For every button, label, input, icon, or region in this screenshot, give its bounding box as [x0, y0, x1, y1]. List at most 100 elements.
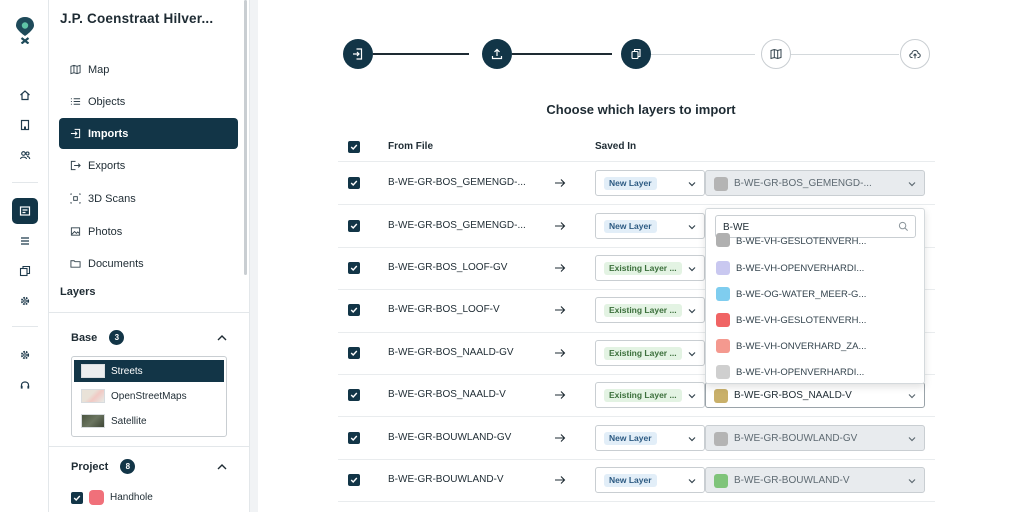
- step-file-import[interactable]: [343, 39, 373, 69]
- target-layer-select[interactable]: B-WE-GR-BOUWLAND-V: [705, 467, 925, 493]
- building-icon[interactable]: [12, 112, 38, 138]
- step-connector: [791, 54, 899, 55]
- dropdown-option[interactable]: B-WE-VH-ONVERHARD_ZA...: [706, 333, 924, 359]
- map-icon: [770, 48, 782, 60]
- row-checkbox[interactable]: [348, 346, 360, 359]
- layer-color-swatch: [716, 233, 730, 247]
- dropdown-option-label: B-WE-VH-OPENVERHARDI...: [736, 366, 865, 378]
- row-checkbox[interactable]: [348, 304, 360, 317]
- home-icon[interactable]: [12, 82, 38, 108]
- scan-3d-icon: [70, 193, 81, 204]
- row-divider: [338, 501, 935, 503]
- base-layer-satellite[interactable]: Satellite: [74, 410, 224, 432]
- layer-type-badge: New Layer: [604, 219, 657, 233]
- project-layer-label: Handhole: [110, 492, 153, 503]
- copy-icon[interactable]: [12, 258, 38, 284]
- arrow-right-icon: [555, 306, 566, 315]
- nav-item-imports[interactable]: Imports: [59, 118, 238, 149]
- row-file-name: B-WE-GR-BOUWLAND-GV: [388, 431, 512, 443]
- users-icon[interactable]: [12, 142, 38, 168]
- project-section-header[interactable]: Project 8: [71, 459, 136, 474]
- dropdown-option[interactable]: B-WE-VH-GESLOTENVERH...: [706, 307, 924, 333]
- cloud-upload-icon: [909, 49, 921, 59]
- project-title: J.P. Coenstraat Hilver...: [60, 11, 214, 26]
- nav-item-documents[interactable]: Documents: [59, 248, 238, 279]
- project-count-badge: 8: [120, 459, 136, 474]
- chevron-up-icon[interactable]: [216, 461, 228, 473]
- nav-item-exports[interactable]: Exports: [59, 150, 238, 181]
- arrow-right-icon: [555, 476, 566, 484]
- settings-cog-icon[interactable]: [12, 288, 38, 314]
- dropdown-option[interactable]: B-WE-VH-OPENVERHARDI...: [706, 255, 924, 281]
- base-section-header[interactable]: Base 3: [71, 330, 125, 345]
- base-layer-list: Streets OpenStreetMaps Satellite: [71, 356, 227, 437]
- base-layer-openstreetmaps[interactable]: OpenStreetMaps: [74, 385, 224, 407]
- layer-type-select[interactable]: Existing Layer ...: [595, 339, 705, 366]
- list-icon[interactable]: [12, 228, 38, 254]
- layer-type-select[interactable]: Existing Layer ...: [595, 255, 705, 281]
- layer-type-select[interactable]: Existing Layer ...: [595, 297, 705, 324]
- file-import-icon: [353, 48, 363, 60]
- headset-icon[interactable]: [12, 372, 38, 398]
- step-connector: [512, 53, 612, 55]
- step-map[interactable]: [761, 39, 791, 69]
- layer-type-badge: Existing Layer ...: [604, 346, 682, 360]
- row-checkbox[interactable]: [348, 431, 360, 444]
- layer-dropdown[interactable]: B-WE-VH-GESLOTENVERH... B-WE-VH-OPENVERHA…: [705, 208, 925, 384]
- target-layer-select[interactable]: B-WE-GR-BOS_GEMENGD-...: [705, 170, 925, 197]
- logo-pin-icon[interactable]: [14, 16, 36, 45]
- nav-item-photos[interactable]: Photos: [59, 216, 238, 247]
- gear-icon[interactable]: [12, 342, 38, 368]
- dropdown-search-input[interactable]: [723, 220, 893, 234]
- row-checkbox[interactable]: [348, 389, 360, 402]
- layer-type-select[interactable]: Existing Layer ...: [595, 382, 705, 409]
- base-layer-label: OpenStreetMaps: [111, 390, 187, 402]
- nav-item-objects[interactable]: Objects: [59, 86, 238, 117]
- chevron-down-icon: [688, 394, 696, 399]
- nav-label: Objects: [88, 95, 126, 108]
- step-layers[interactable]: [621, 39, 651, 69]
- chevron-down-icon: [688, 224, 696, 229]
- dropdown-option[interactable]: B-WE-OG-WATER_MEER-G...: [706, 281, 924, 307]
- search-icon[interactable]: [898, 221, 909, 232]
- streets-thumbnail: [81, 364, 105, 378]
- chevron-down-icon: [688, 267, 696, 272]
- base-title: Base: [71, 331, 98, 344]
- nav-item-3d-scans[interactable]: 3D Scans: [59, 183, 238, 214]
- rail-divider: [12, 182, 38, 183]
- target-layer-select[interactable]: B-WE-GR-BOUWLAND-GV: [705, 424, 925, 451]
- step-upload[interactable]: [482, 39, 512, 69]
- row-divider: [338, 161, 935, 162]
- nav-label: Photos: [88, 225, 123, 238]
- image-icon: [70, 227, 81, 236]
- import-icon: [70, 128, 81, 139]
- row-checkbox[interactable]: [348, 262, 360, 274]
- chevron-down-icon: [688, 351, 696, 357]
- select-all-checkbox[interactable]: [348, 141, 360, 153]
- nav-item-map[interactable]: Map: [59, 54, 238, 85]
- layer-type-select[interactable]: New Layer: [595, 170, 705, 197]
- layer-type-select[interactable]: New Layer: [595, 212, 705, 239]
- arrow-right-icon: [555, 391, 566, 400]
- nav-label: Map: [88, 63, 110, 76]
- step-cloud-upload[interactable]: [900, 39, 930, 69]
- row-checkbox[interactable]: [348, 219, 360, 232]
- side-panel: J.P. Coenstraat Hilver... Map Objects Im…: [49, 0, 250, 512]
- base-layer-streets[interactable]: Streets: [74, 360, 224, 382]
- dropdown-option[interactable]: B-WE-VH-OPENVERHARDI...: [706, 359, 924, 383]
- target-layer-select[interactable]: B-WE-GR-BOS_NAALD-V: [705, 382, 925, 409]
- layer-type-select[interactable]: New Layer: [595, 467, 705, 493]
- list-icon: [70, 98, 81, 105]
- dropdown-option[interactable]: B-WE-VH-GESLOTENVERH...: [706, 233, 924, 247]
- base-count-badge: 3: [109, 330, 125, 345]
- panel-scrollbar[interactable]: [244, 0, 247, 275]
- row-file-name: B-WE-GR-BOS_GEMENGD-...: [388, 219, 526, 231]
- row-checkbox[interactable]: [348, 177, 360, 190]
- projects-icon[interactable]: [12, 198, 38, 224]
- project-layer-handhole[interactable]: Handhole: [71, 490, 153, 505]
- layer-type-select[interactable]: New Layer: [595, 424, 705, 451]
- checkbox[interactable]: [71, 491, 83, 504]
- layer-color-swatch: [714, 474, 728, 488]
- row-checkbox[interactable]: [348, 474, 360, 486]
- chevron-up-icon[interactable]: [216, 332, 228, 344]
